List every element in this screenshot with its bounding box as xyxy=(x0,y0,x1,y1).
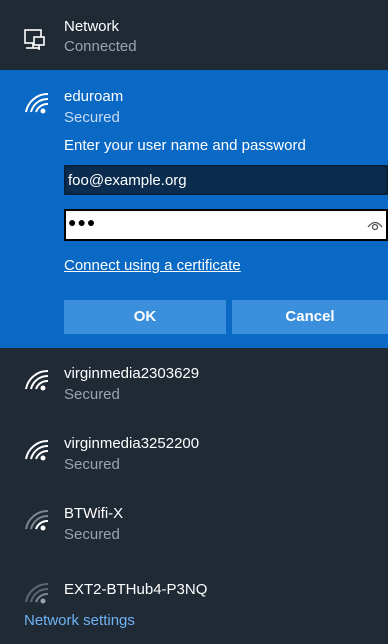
network-name: eduroam xyxy=(64,88,124,105)
ethernet-icon xyxy=(24,29,45,50)
network-item[interactable]: virginmedia2303629 Secured xyxy=(0,348,388,418)
password-field[interactable]: ●●● xyxy=(64,209,388,241)
wifi-secured-icon xyxy=(25,439,49,461)
wifi-icon xyxy=(25,582,49,604)
network-item[interactable]: virginmedia3252200 Secured xyxy=(0,418,388,488)
network-item[interactable]: EXT2-BTHub4-P3NQ xyxy=(0,564,388,604)
network-name: virginmedia2303629 xyxy=(64,365,200,382)
wifi-secured-icon xyxy=(25,92,49,114)
eye-icon[interactable] xyxy=(366,217,384,233)
network-status: Secured xyxy=(64,386,120,403)
password-input[interactable] xyxy=(66,211,356,239)
network-item[interactable]: BTWifi-X Secured xyxy=(0,488,388,558)
network-settings-link[interactable]: Network settings xyxy=(24,611,135,630)
network-status: Secured xyxy=(64,456,120,473)
cancel-button[interactable]: Cancel xyxy=(232,300,388,334)
ok-button[interactable]: OK xyxy=(64,300,226,334)
connect-certificate-link[interactable]: Connect using a certificate xyxy=(64,256,241,275)
network-name: EXT2-BTHub4-P3NQ xyxy=(64,581,208,598)
network-status: Secured xyxy=(64,109,120,126)
username-input[interactable] xyxy=(64,165,388,195)
network-item-wired[interactable]: Network Connected xyxy=(0,0,388,70)
password-masked-value: ●●● xyxy=(68,214,97,230)
wifi-secured-icon xyxy=(25,369,49,391)
network-status: Connected xyxy=(64,38,137,55)
wifi-secured-icon xyxy=(25,509,49,531)
credentials-prompt: Enter your user name and password xyxy=(64,137,306,154)
network-name: virginmedia3252200 xyxy=(64,435,200,452)
network-name: Network xyxy=(64,18,120,35)
network-flyout: Network Connected eduroam Secured Enter … xyxy=(0,0,388,644)
network-item-expanded: eduroam Secured Enter your user name and… xyxy=(0,70,388,348)
network-status: Secured xyxy=(64,526,120,543)
network-name: BTWifi-X xyxy=(64,505,124,522)
